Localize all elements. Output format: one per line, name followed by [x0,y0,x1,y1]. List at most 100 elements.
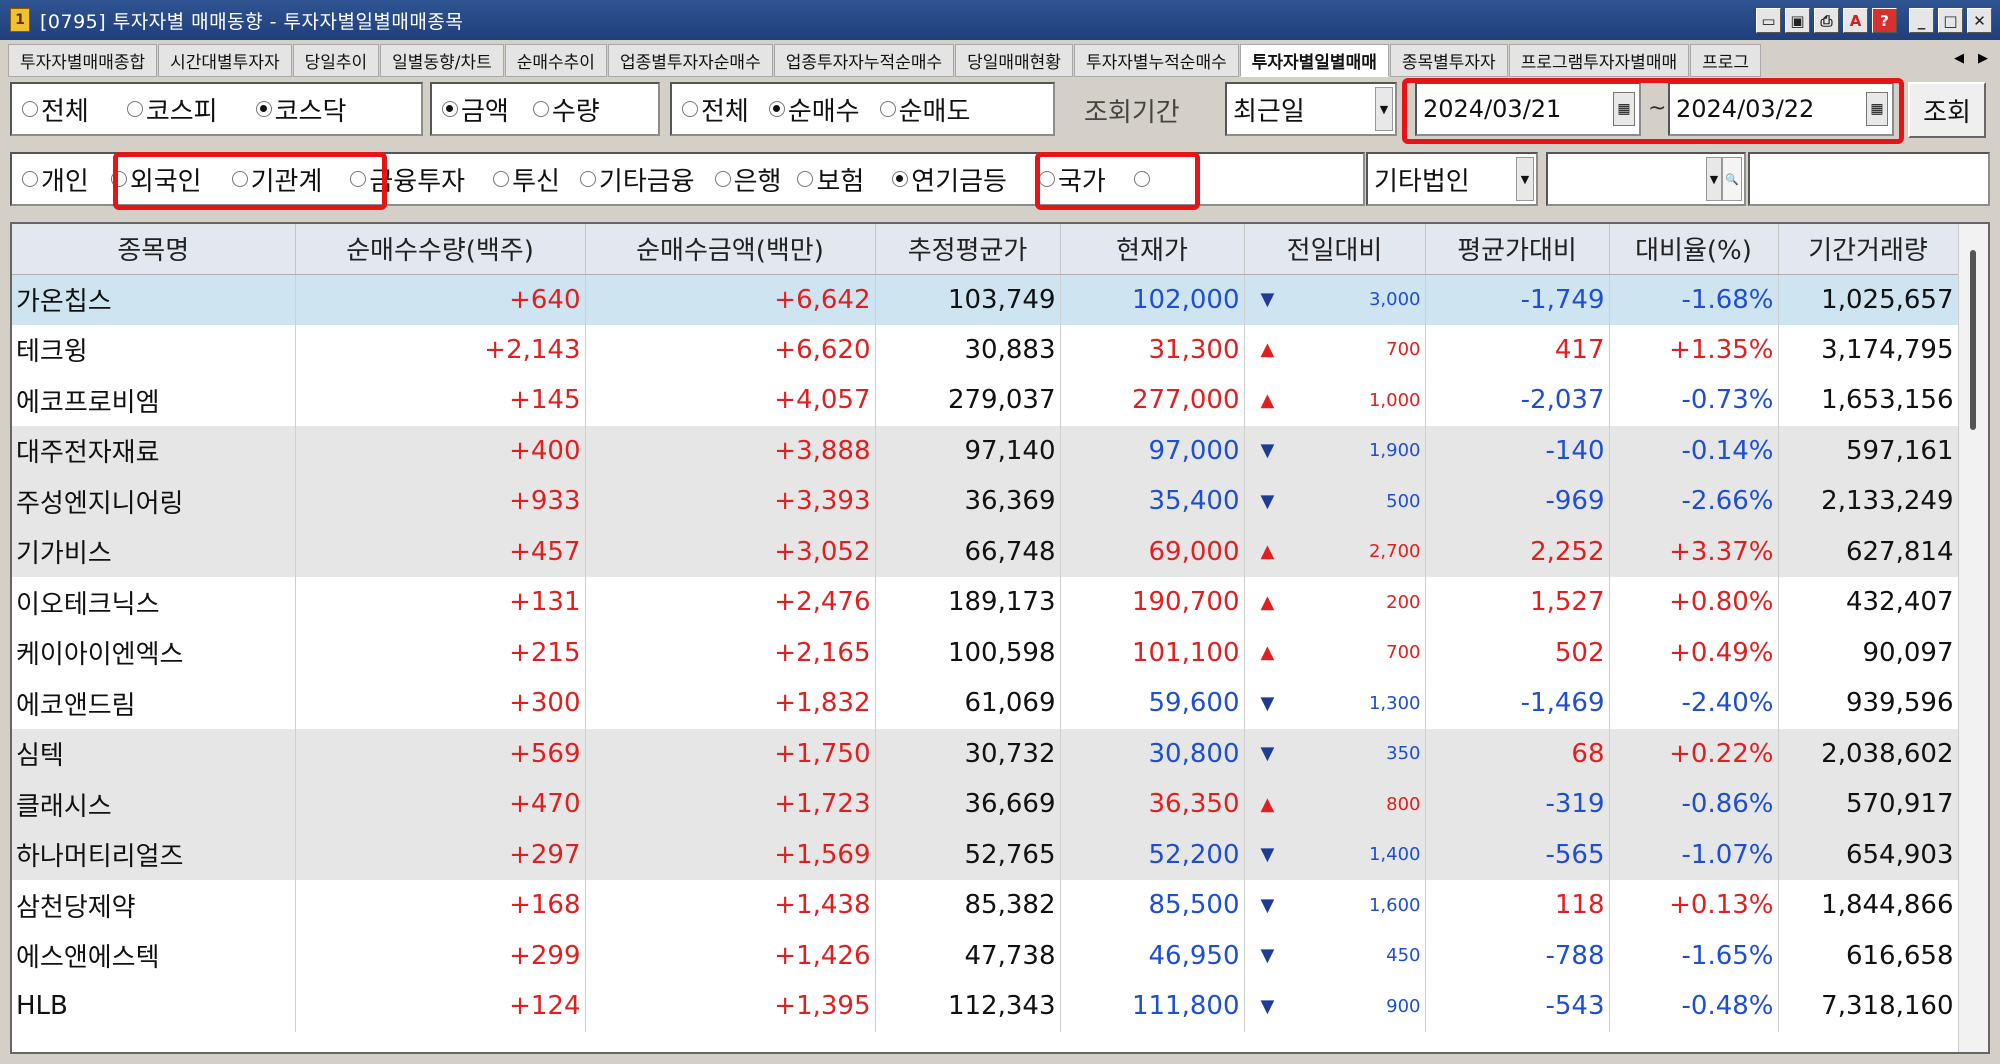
col-header-price[interactable]: 현재가 [1060,224,1245,275]
table-row[interactable]: 에코프로비엠 +145 +4,057 279,037 277,000 ▲ 1,00… [12,375,1959,426]
tab-program-investor[interactable]: 프로그램투자자별매매 [1508,44,1690,77]
tab-right-arrow-icon[interactable]: ▶ [1972,48,1994,68]
radio-trade-all[interactable]: 전체 [682,91,749,128]
search-button[interactable]: 조회 [1908,82,1986,138]
link-icon[interactable]: ▭ [1756,8,1781,33]
radio-trade-net-sell[interactable]: 순매도 [879,91,970,128]
col-header-rate[interactable]: 대비율(%) [1609,224,1779,275]
radio-investor-foreign[interactable]: 외국인 [110,161,202,198]
tab-intraday-trend[interactable]: 당일추이 [292,44,380,77]
date-from-input[interactable]: 2024/03/21 ▦ [1415,82,1641,136]
calendar-icon[interactable]: ▦ [1613,92,1635,126]
col-header-avg-price[interactable]: 추정평균가 [875,224,1061,275]
tab-net-buy-trend[interactable]: 순매수추이 [504,44,607,77]
radio-investor-institution[interactable]: 기관계 [231,161,322,198]
radio-investor-trust[interactable]: 투신 [493,161,560,198]
tab-investor-summary[interactable]: 투자자별매매종합 [8,44,158,77]
radio-dot-icon [797,171,814,187]
radio-investor-other-finance[interactable]: 기타금융 [579,161,695,198]
tab-strip: 투자자별매매종합 시간대별투자자 당일추이 일별동향/차트 순매수추이 업종별투… [0,44,2000,78]
app-icon: 1 [10,8,30,32]
vertical-scrollbar[interactable] [1958,224,1988,1052]
minimize-icon[interactable]: _ [1909,8,1934,33]
radio-investor-bank[interactable]: 은행 [714,161,781,198]
table-row[interactable]: 에코앤드림 +300 +1,832 61,069 59,600 ▼ 1,300 -… [12,678,1959,729]
stock-grid: 종목명 순매수수량(백주) 순매수금액(백만) 추정평균가 현재가 전일대비 평… [12,224,1959,1032]
table-row[interactable]: HLB +124 +1,395 112,343 111,800 ▼ 900 -54… [12,981,1959,1032]
dropdown-arrow-icon[interactable]: ▼ [1375,87,1393,131]
maximize-icon[interactable]: □ [1938,8,1963,33]
up-arrow-icon: ▲ [1260,793,1275,815]
col-header-amount[interactable]: 순매수금액(백만) [585,224,876,275]
stock-name-field[interactable] [1748,152,1990,206]
market-group: 전체 코스피 코스닥 [10,82,423,136]
table-row[interactable]: 클래시스 +470 +1,723 36,669 36,350 ▲ 800 -319… [12,779,1959,830]
tab-daily-chart[interactable]: 일별동향/차트 [380,44,504,77]
radio-investor-pension[interactable]: 연기금등 [892,161,1007,198]
col-header-change[interactable]: 전일대비 [1244,224,1426,275]
tab-investor-cumulative[interactable]: 투자자별누적순매수 [1073,44,1239,77]
up-arrow-icon: ▲ [1260,591,1275,613]
col-header-avg-diff[interactable]: 평균가대비 [1425,224,1610,275]
dropdown-arrow-icon[interactable]: ▼ [1706,157,1722,201]
tab-investor-daily[interactable]: 투자자별일별매매 [1239,44,1389,77]
tab-left-arrow-icon[interactable]: ◀ [1948,48,1970,68]
table-row[interactable]: 가온칩스 +640 +6,642 103,749 102,000 ▼ 3,000 … [12,274,1959,325]
col-header-name[interactable]: 종목명 [12,224,296,275]
tab-stock-investor[interactable]: 종목별투자자 [1389,44,1508,77]
radio-dot-icon [350,171,367,187]
radio-investor-nation[interactable]: 국가 [1038,161,1106,198]
radio-dot-icon [22,171,38,187]
radio-investor-finance[interactable]: 금융투자 [350,161,465,198]
tab-time-investor[interactable]: 시간대별투자자 [158,44,292,77]
stock-table: 종목명 순매수수량(백주) 순매수금액(백만) 추정평균가 현재가 전일대비 평… [10,222,1990,1054]
investor-group: 개인 외국인 기관계 금융투자 투신 기타금융 은행 보험 연기금등 국가 [10,152,1365,206]
col-header-volume[interactable]: 기간거래량 [1778,224,1959,275]
tab-scroll: ◀ ▶ [1948,48,1994,68]
table-row[interactable]: 케이아이엔엑스 +215 +2,165 100,598 101,100 ▲ 700… [12,627,1959,678]
table-row[interactable]: 주성엔지니어링 +933 +3,393 36,369 35,400 ▼ 500 -… [12,476,1959,527]
font-icon[interactable]: A [1843,8,1868,33]
calendar-icon[interactable]: ▦ [1866,92,1888,126]
help-icon[interactable]: ? [1872,8,1897,33]
radio-market-all[interactable]: 전체 [22,91,89,128]
radio-trade-net-buy[interactable]: 순매수 [768,91,860,128]
tab-sector-net-buy[interactable]: 업종별투자자순매수 [607,44,773,77]
stock-search-input[interactable]: ▼ 🔍 [1546,152,1746,206]
radio-investor-insurance[interactable]: 보험 [797,161,864,198]
table-row[interactable]: 이오테크닉스 +131 +2,476 189,173 190,700 ▲ 200 … [12,577,1959,628]
print-icon[interactable]: ⎙ [1814,8,1839,33]
unit-group: 금액 수량 [430,82,660,136]
radio-market-kospi[interactable]: 코스피 [126,91,218,128]
period-select[interactable]: 최근일 ▼ [1225,82,1397,136]
radio-investor-other[interactable] [1133,171,1153,187]
radio-unit-quantity[interactable]: 수량 [532,91,600,128]
search-icon[interactable]: 🔍 [1722,157,1742,201]
radio-market-kosdaq[interactable]: 코스닥 [255,91,346,128]
table-row[interactable]: 하나머티리얼즈 +297 +1,569 52,765 52,200 ▼ 1,400… [12,829,1959,880]
tab-today-trades[interactable]: 당일매매현황 [955,44,1073,77]
table-row[interactable]: 삼천당제약 +168 +1,438 85,382 85,500 ▼ 1,600 1… [12,880,1959,931]
dropdown-arrow-icon[interactable]: ▼ [1516,157,1534,201]
up-arrow-icon: ▲ [1260,389,1275,411]
table-row[interactable]: 테크윙 +2,143 +6,620 30,883 31,300 ▲ 700 417… [12,324,1959,375]
table-row[interactable]: 심텍 +569 +1,750 30,732 30,800 ▼ 350 68 +0.… [12,728,1959,779]
tab-program-more[interactable]: 프로그 [1690,44,1762,77]
date-to-input[interactable]: 2024/03/22 ▦ [1668,82,1894,136]
tab-sector-cumulative[interactable]: 업종투자자누적순매수 [773,44,955,77]
other-investor-select[interactable]: 기타법인 ▼ [1366,152,1538,206]
period-label: 조회기간 [1084,98,1180,128]
scroll-thumb[interactable] [1970,250,1976,430]
window-icon[interactable]: ▣ [1785,8,1810,33]
title-bar: 1 [0795] 투자자별 매매동향 - 투자자별일별매매종목 ▭ ▣ ⎙ A … [0,0,2000,40]
table-row[interactable]: 기가비스 +457 +3,052 66,748 69,000 ▲ 2,700 2,… [12,526,1959,577]
table-row[interactable]: 대주전자재료 +400 +3,888 97,140 97,000 ▼ 1,900 … [12,425,1959,476]
close-icon[interactable]: ✕ [1967,8,1992,33]
radio-investor-individual[interactable]: 개인 [22,161,89,198]
table-row[interactable]: 에스앤에스텍 +299 +1,426 47,738 46,950 ▼ 450 -7… [12,930,1959,981]
col-header-qty[interactable]: 순매수수량(백주) [295,224,586,275]
radio-unit-amount[interactable]: 금액 [442,91,509,128]
radio-dot-icon [22,101,38,117]
filter-panel: 전체 코스피 코스닥 금액 수량 전체 순매수 순매도 조회기간 최근일 ▼ 2… [10,78,1990,217]
radio-dot-icon [493,171,510,187]
